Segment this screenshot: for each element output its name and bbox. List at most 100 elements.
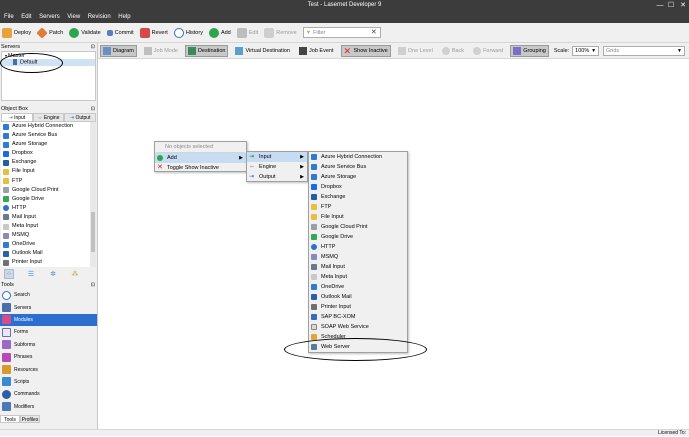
show-inactive-button[interactable]: ✕ Show Inactive bbox=[340, 44, 391, 57]
menu-item-input-type[interactable]: SAP BC-XOM bbox=[309, 312, 407, 322]
list-item[interactable]: HTTP bbox=[1, 204, 96, 213]
minimize-button[interactable]: — bbox=[655, 1, 665, 11]
tool-forms[interactable]: Forms bbox=[0, 326, 97, 338]
tool-subforms[interactable]: Subforms bbox=[0, 339, 97, 351]
pin-icon[interactable]: ⊡ bbox=[91, 105, 95, 113]
history-button[interactable]: History bbox=[173, 26, 203, 40]
revert-button[interactable]: Revert bbox=[139, 26, 168, 40]
validate-button[interactable]: Validate bbox=[69, 26, 101, 40]
tool-modifiers[interactable]: Modifiers bbox=[0, 401, 97, 413]
menu-item-input-type[interactable]: Mail Input bbox=[309, 262, 407, 272]
edit-button[interactable]: Edit bbox=[236, 26, 258, 40]
view-network-icon[interactable]: ✲ bbox=[48, 269, 58, 279]
one-level-button[interactable]: One Level bbox=[396, 45, 435, 57]
meta-icon bbox=[311, 274, 317, 280]
menu-revision[interactable]: Revision bbox=[88, 14, 111, 20]
menu-item-input-type[interactable]: OneDrive bbox=[309, 282, 407, 292]
tool-servers[interactable]: Servers bbox=[0, 301, 97, 313]
list-item[interactable]: Azure Hybrid Connection bbox=[1, 122, 96, 131]
menu-item-input-type[interactable]: Azure Service Bus bbox=[309, 162, 407, 172]
commit-button[interactable]: Commit bbox=[106, 26, 134, 40]
list-item[interactable]: Google Drive bbox=[1, 195, 96, 204]
mail-icon bbox=[311, 264, 317, 270]
filter-input[interactable]: ▼ Filter ✕ bbox=[302, 27, 381, 38]
destination-button[interactable]: Destination bbox=[184, 44, 229, 57]
virtual-destination-button[interactable]: Virtual Destination bbox=[233, 45, 292, 57]
tool-modules[interactable]: Modules bbox=[0, 313, 97, 327]
menu-item-input-type[interactable]: FTP bbox=[309, 202, 407, 212]
menu-item-input-type[interactable]: Google Cloud Print bbox=[309, 222, 407, 232]
patch-button[interactable]: Patch bbox=[36, 26, 63, 40]
menu-item-input-type[interactable]: Outlook Mail bbox=[309, 292, 407, 302]
tool-resources[interactable]: Resources bbox=[0, 363, 97, 375]
list-item[interactable]: Printer Input bbox=[1, 258, 96, 267]
view-list-icon[interactable]: ☰ bbox=[26, 269, 36, 279]
menu-item-add[interactable]: Add ▶ bbox=[155, 153, 246, 163]
job-mode-button[interactable]: Job Mode bbox=[142, 45, 180, 57]
menu-view[interactable]: View bbox=[67, 14, 80, 20]
grids-select[interactable]: Grids ▼ bbox=[603, 45, 685, 56]
menu-item-engine[interactable]: ⇔ Engine ▶ bbox=[247, 162, 307, 172]
list-item[interactable]: Azure Storage bbox=[1, 140, 96, 149]
menu-servers[interactable]: Servers bbox=[39, 14, 60, 20]
menu-item-input-type[interactable]: Azure Hybrid Connection bbox=[309, 152, 407, 162]
view-icons-icon[interactable]: ⁘ bbox=[4, 269, 14, 279]
x-icon: ✕ bbox=[343, 45, 352, 56]
close-button[interactable]: ✕ bbox=[678, 1, 688, 11]
pin-icon[interactable]: ⊡ bbox=[91, 43, 95, 51]
menu-item-input-type[interactable]: Google Drive bbox=[309, 232, 407, 242]
tab-tools[interactable]: Tools bbox=[0, 415, 20, 423]
scale-select[interactable]: 100% ▼ bbox=[572, 45, 600, 56]
menu-item-input-type[interactable]: Exchange bbox=[309, 192, 407, 202]
tool-search[interactable]: Search bbox=[0, 289, 97, 301]
title-bar: Test - Lasernet Developer 9 — ☐ ✕ bbox=[0, 0, 689, 12]
back-button[interactable]: Back bbox=[440, 45, 466, 57]
tab-engine[interactable]: ⇔ Engine bbox=[32, 113, 65, 121]
tool-scripts[interactable]: Scripts bbox=[0, 376, 97, 388]
diagram-button[interactable]: Diagram bbox=[100, 44, 137, 57]
object-box-scrollbar[interactable] bbox=[90, 122, 96, 267]
list-item[interactable]: Dropbox bbox=[1, 149, 96, 158]
list-item[interactable]: OneDrive bbox=[1, 240, 96, 249]
tab-output[interactable]: ⇥ Output bbox=[64, 113, 97, 121]
view-nodes-icon[interactable]: ⁂ bbox=[70, 269, 80, 279]
menu-item-toggle-show-inactive[interactable]: ✕ Toggle Show Inactive bbox=[155, 163, 246, 173]
tool-commands[interactable]: Commands bbox=[0, 388, 97, 400]
remove-button[interactable]: Remove bbox=[264, 26, 297, 40]
list-item[interactable]: Meta Input bbox=[1, 222, 96, 231]
tool-phrases[interactable]: Phrases bbox=[0, 351, 97, 363]
list-item[interactable]: File Input bbox=[1, 167, 96, 176]
scrollbar-thumb[interactable] bbox=[91, 212, 95, 252]
menu-item-input-type[interactable]: Meta Input bbox=[309, 272, 407, 282]
clear-filter-icon[interactable]: ✕ bbox=[371, 28, 377, 36]
grouping-button[interactable]: Grouping bbox=[510, 44, 549, 57]
menu-help[interactable]: Help bbox=[118, 14, 130, 20]
menu-item-input-type[interactable]: HTTP bbox=[309, 242, 407, 252]
menu-item-input[interactable]: ⇥ Input ▶ bbox=[247, 152, 307, 162]
menu-edit[interactable]: Edit bbox=[21, 14, 31, 20]
list-item[interactable]: Mail Input bbox=[1, 213, 96, 222]
maximize-button[interactable]: ☐ bbox=[666, 1, 676, 11]
add-button[interactable]: Add bbox=[208, 26, 231, 40]
tab-profiles[interactable]: Profiles bbox=[20, 415, 40, 423]
list-item[interactable]: Outlook Mail bbox=[1, 249, 96, 258]
forward-button[interactable]: Forward bbox=[471, 45, 505, 57]
list-item[interactable]: Azure Service Bus bbox=[1, 131, 96, 140]
menu-item-input-type[interactable]: Printer Input bbox=[309, 302, 407, 312]
menu-item-output[interactable]: ⇥ Output ▶ bbox=[247, 172, 307, 182]
list-item[interactable]: MSMQ bbox=[1, 231, 96, 240]
list-item[interactable]: FTP bbox=[1, 177, 96, 186]
menu-item-input-type[interactable]: SOAP Web Service bbox=[309, 322, 407, 332]
pin-icon[interactable]: ⊡ bbox=[91, 281, 95, 289]
tab-input[interactable]: ⇥ Input bbox=[1, 113, 33, 121]
menu-file[interactable]: File bbox=[4, 14, 14, 20]
menu-item-input-type[interactable]: File Input bbox=[309, 212, 407, 222]
menu-item-input-type[interactable]: Dropbox bbox=[309, 182, 407, 192]
list-item[interactable]: Google Cloud Print bbox=[1, 186, 96, 195]
menu-item-input-type[interactable]: MSMQ bbox=[309, 252, 407, 262]
menu-item-input-type[interactable]: Azure Storage bbox=[309, 172, 407, 182]
list-item[interactable]: Exchange bbox=[1, 158, 96, 167]
deploy-button[interactable]: Deploy bbox=[2, 26, 31, 40]
patch-icon bbox=[36, 26, 48, 39]
job-event-button[interactable]: Job Event bbox=[297, 45, 335, 57]
